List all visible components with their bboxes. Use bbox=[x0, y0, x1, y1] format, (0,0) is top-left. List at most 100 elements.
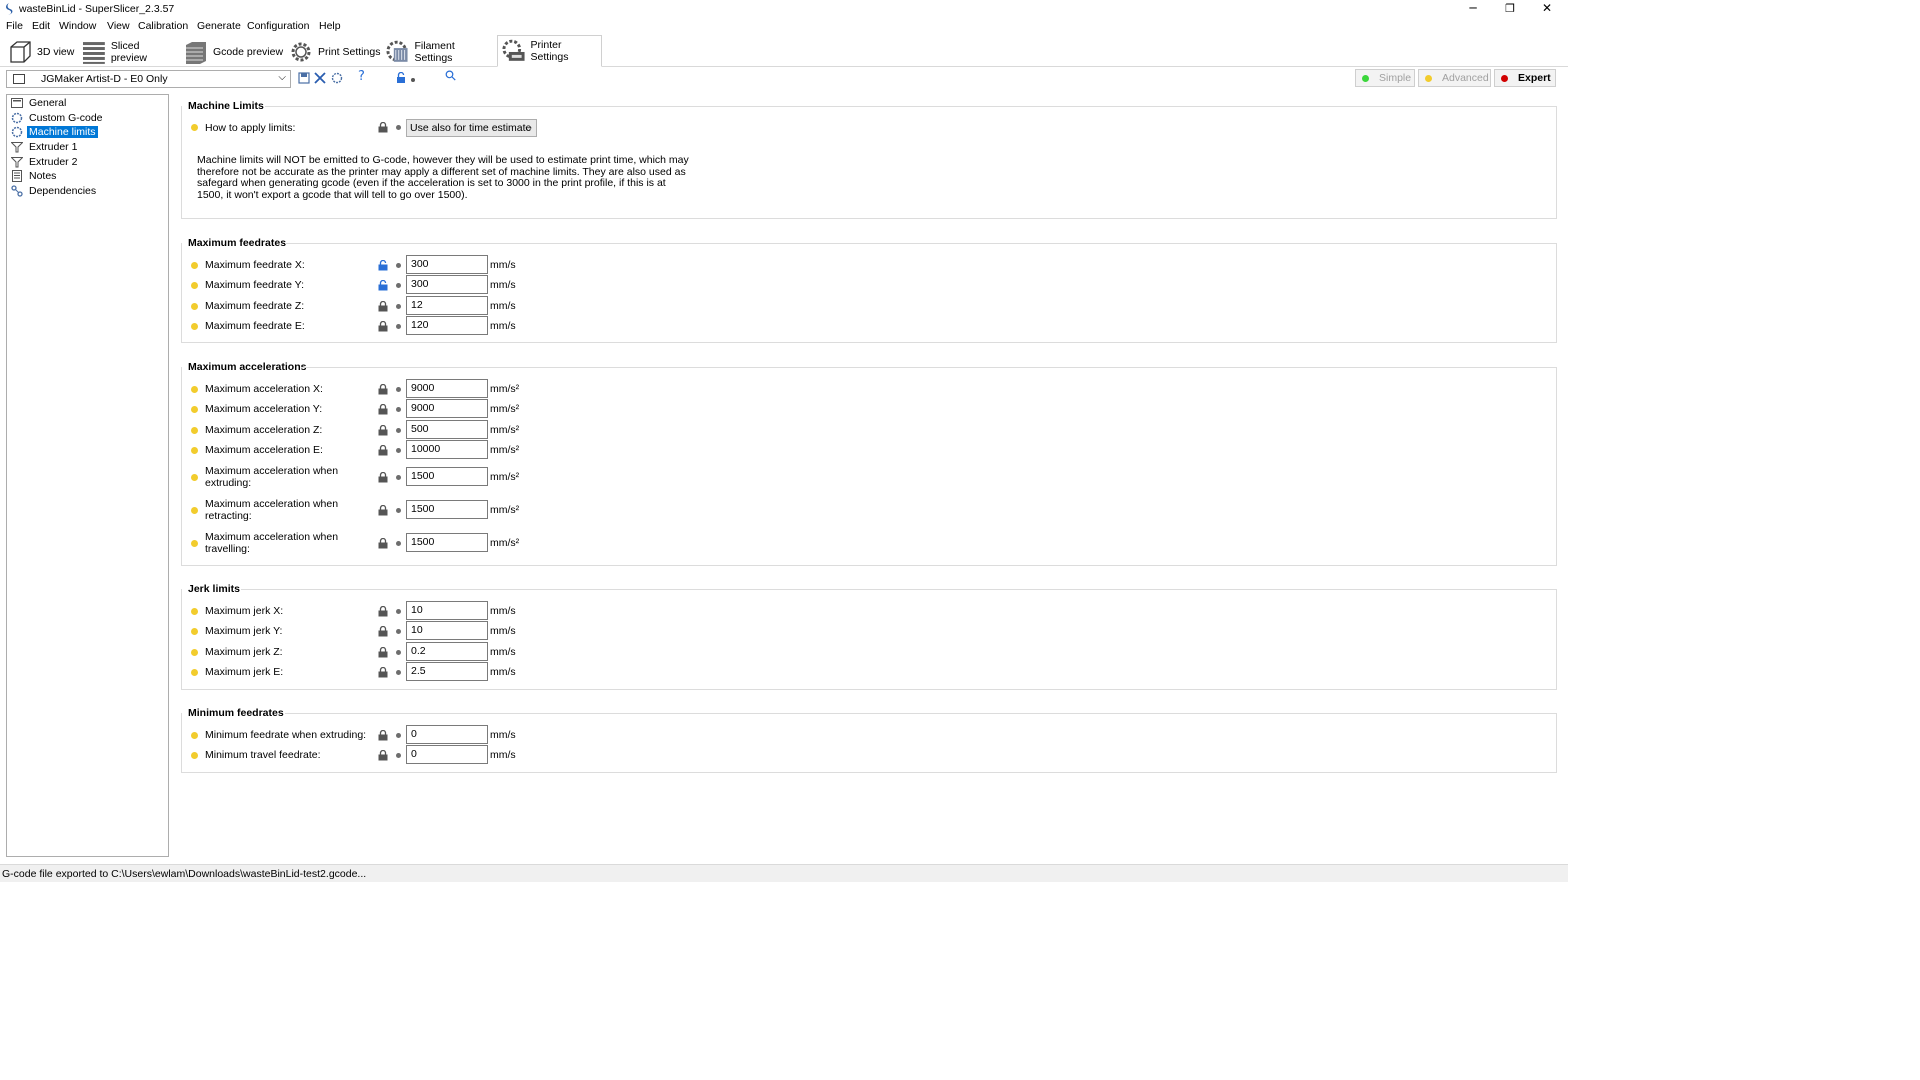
sidebar-item-general[interactable]: General bbox=[11, 96, 68, 110]
setting-label: Maximum acceleration E: bbox=[205, 444, 323, 456]
save-icon[interactable] bbox=[298, 72, 310, 84]
lock-icon[interactable] bbox=[378, 425, 388, 436]
tab-print-settings[interactable]: Print Settings bbox=[285, 36, 381, 67]
menu-edit[interactable]: Edit bbox=[32, 20, 50, 32]
tab-3d-view[interactable]: 3D view bbox=[4, 36, 76, 67]
main-tabs: 3D view Sliced preview Gcode preview Pri… bbox=[0, 35, 1568, 67]
lock-icon[interactable] bbox=[378, 538, 388, 549]
setting-row-acceleration: Maximum acceleration Z: 500 mm/s² bbox=[175, 420, 1565, 440]
menu-generate[interactable]: Generate bbox=[197, 20, 241, 32]
sidebar-item-extruder-1[interactable]: Extruder 1 bbox=[11, 140, 79, 154]
setting-unit: mm/s bbox=[490, 279, 516, 291]
unlocked-lock-icon[interactable] bbox=[378, 280, 388, 291]
setting-value-input[interactable]: 9000 bbox=[406, 399, 488, 418]
chevron-down-icon: ⌵ bbox=[525, 123, 532, 133]
setting-value-input[interactable]: 120 bbox=[406, 316, 488, 335]
system-value-dot-icon bbox=[396, 407, 401, 412]
setting-value-input[interactable]: 0.2 bbox=[406, 642, 488, 661]
setting-value-input[interactable]: 0 bbox=[406, 745, 488, 764]
menu-window[interactable]: Window bbox=[59, 20, 96, 32]
window-title: wasteBinLid - SuperSlicer_2.3.57 bbox=[19, 3, 175, 15]
setting-label: Maximum jerk Z: bbox=[205, 646, 283, 658]
mode-bullet-icon bbox=[191, 752, 198, 759]
setting-unit: mm/s bbox=[490, 749, 516, 761]
setting-value-input[interactable]: 1500 bbox=[406, 533, 488, 552]
lock-icon[interactable] bbox=[378, 647, 388, 658]
menu-file[interactable]: File bbox=[6, 20, 23, 32]
sidebar-item-extruder-2[interactable]: Extruder 2 bbox=[11, 155, 79, 169]
setting-value-input[interactable]: 10000 bbox=[406, 440, 488, 459]
tab-3d-view-label: 3D view bbox=[37, 45, 75, 58]
system-value-dot-icon bbox=[396, 263, 401, 268]
lock-icon[interactable] bbox=[378, 384, 388, 395]
tab-sliced-preview[interactable]: Sliced preview bbox=[78, 36, 178, 67]
setting-value-input[interactable]: 1500 bbox=[406, 500, 488, 519]
setting-unit: mm/s bbox=[490, 605, 516, 617]
status-bar: G-code file exported to C:\Users\ewlam\D… bbox=[0, 864, 1568, 882]
sidebar-item-dependencies[interactable]: Dependencies bbox=[11, 184, 98, 198]
minimize-button[interactable]: ─ bbox=[1455, 0, 1491, 18]
search-icon[interactable]: ⚲ bbox=[442, 67, 461, 86]
lock-icon[interactable] bbox=[378, 321, 388, 332]
system-value-dot-icon bbox=[396, 304, 401, 309]
tab-printer-settings[interactable]: Printer Settings bbox=[497, 35, 602, 67]
maximize-button[interactable]: ❐ bbox=[1492, 0, 1528, 18]
setting-value-input[interactable]: 300 bbox=[406, 255, 488, 274]
mode-expert-button[interactable]: Expert bbox=[1494, 69, 1556, 87]
mode-bullet-icon bbox=[191, 386, 198, 393]
sidebar-item-label: Notes bbox=[29, 170, 57, 182]
sidebar-item-machine-limits[interactable]: Machine limits bbox=[11, 125, 98, 139]
setting-unit: mm/s bbox=[490, 320, 516, 332]
setting-unit: mm/s bbox=[490, 666, 516, 678]
compare-icon[interactable] bbox=[331, 72, 343, 84]
close-button[interactable]: ✕ bbox=[1529, 0, 1565, 18]
settings-page-tree: General Custom G-code Machine limits Ext… bbox=[6, 94, 169, 857]
lock-icon[interactable] bbox=[378, 404, 388, 415]
setting-row-min-feedrate: Minimum travel feedrate: 0 mm/s bbox=[175, 745, 1565, 765]
tab-gcode-preview[interactable]: Gcode preview bbox=[180, 36, 284, 67]
menu-view[interactable]: View bbox=[107, 20, 130, 32]
help-icon[interactable]: ? bbox=[358, 69, 365, 84]
lock-icon[interactable] bbox=[378, 606, 388, 617]
setting-value-input[interactable]: 10 bbox=[406, 601, 488, 620]
setting-label: Maximum jerk X: bbox=[205, 605, 284, 617]
lock-icon[interactable] bbox=[378, 667, 388, 678]
lock-icon[interactable] bbox=[378, 445, 388, 456]
lock-icon[interactable] bbox=[378, 472, 388, 483]
setting-value-input[interactable]: 300 bbox=[406, 275, 488, 294]
setting-value-input[interactable]: 9000 bbox=[406, 379, 488, 398]
printer-preset-select[interactable]: JGMaker Artist-D - E0 Only ⌵ bbox=[6, 70, 291, 88]
setting-value-input[interactable]: 2.5 bbox=[406, 662, 488, 681]
tab-filament-settings[interactable]: Filament Settings bbox=[382, 36, 494, 67]
lock-icon[interactable] bbox=[396, 72, 418, 84]
setting-value-input[interactable]: 0 bbox=[406, 725, 488, 744]
sidebar-item-label: Machine limits bbox=[27, 126, 98, 138]
mode-simple-button[interactable]: Simple bbox=[1355, 69, 1415, 87]
lock-icon[interactable] bbox=[378, 750, 388, 761]
menu-calibration[interactable]: Calibration bbox=[138, 20, 188, 32]
mode-advanced-button[interactable]: Advanced bbox=[1418, 69, 1491, 87]
mode-bullet-icon bbox=[191, 262, 198, 269]
machine-limits-notice: Machine limits will NOT be emitted to G-… bbox=[197, 154, 689, 201]
menu-help[interactable]: Help bbox=[319, 20, 341, 32]
lock-icon[interactable] bbox=[378, 505, 388, 516]
printer-preset-icon bbox=[13, 74, 25, 84]
expert-mode-dot-icon bbox=[1501, 74, 1508, 82]
sidebar-item-custom-gcode[interactable]: Custom G-code bbox=[11, 111, 105, 125]
unlocked-lock-icon[interactable] bbox=[378, 260, 388, 271]
apply-limits-select[interactable]: Use also for time estimate ⌵ bbox=[406, 119, 537, 137]
setting-value-input[interactable]: 10 bbox=[406, 621, 488, 640]
menu-configuration[interactable]: Configuration bbox=[247, 20, 309, 32]
lock-icon[interactable] bbox=[378, 730, 388, 741]
setting-row-acceleration: Maximum acceleration E: 10000 mm/s² bbox=[175, 440, 1565, 460]
lock-icon[interactable] bbox=[378, 626, 388, 637]
setting-value-input[interactable]: 500 bbox=[406, 420, 488, 439]
lock-icon[interactable] bbox=[378, 301, 388, 312]
sidebar-item-notes[interactable]: Notes bbox=[11, 169, 58, 183]
delete-icon[interactable] bbox=[314, 72, 326, 84]
lock-icon[interactable] bbox=[378, 122, 388, 133]
advanced-mode-dot-icon bbox=[1425, 74, 1432, 82]
tab-gcode-preview-label: Gcode preview bbox=[213, 45, 284, 58]
setting-value-input[interactable]: 1500 bbox=[406, 467, 488, 486]
setting-value-input[interactable]: 12 bbox=[406, 296, 488, 315]
